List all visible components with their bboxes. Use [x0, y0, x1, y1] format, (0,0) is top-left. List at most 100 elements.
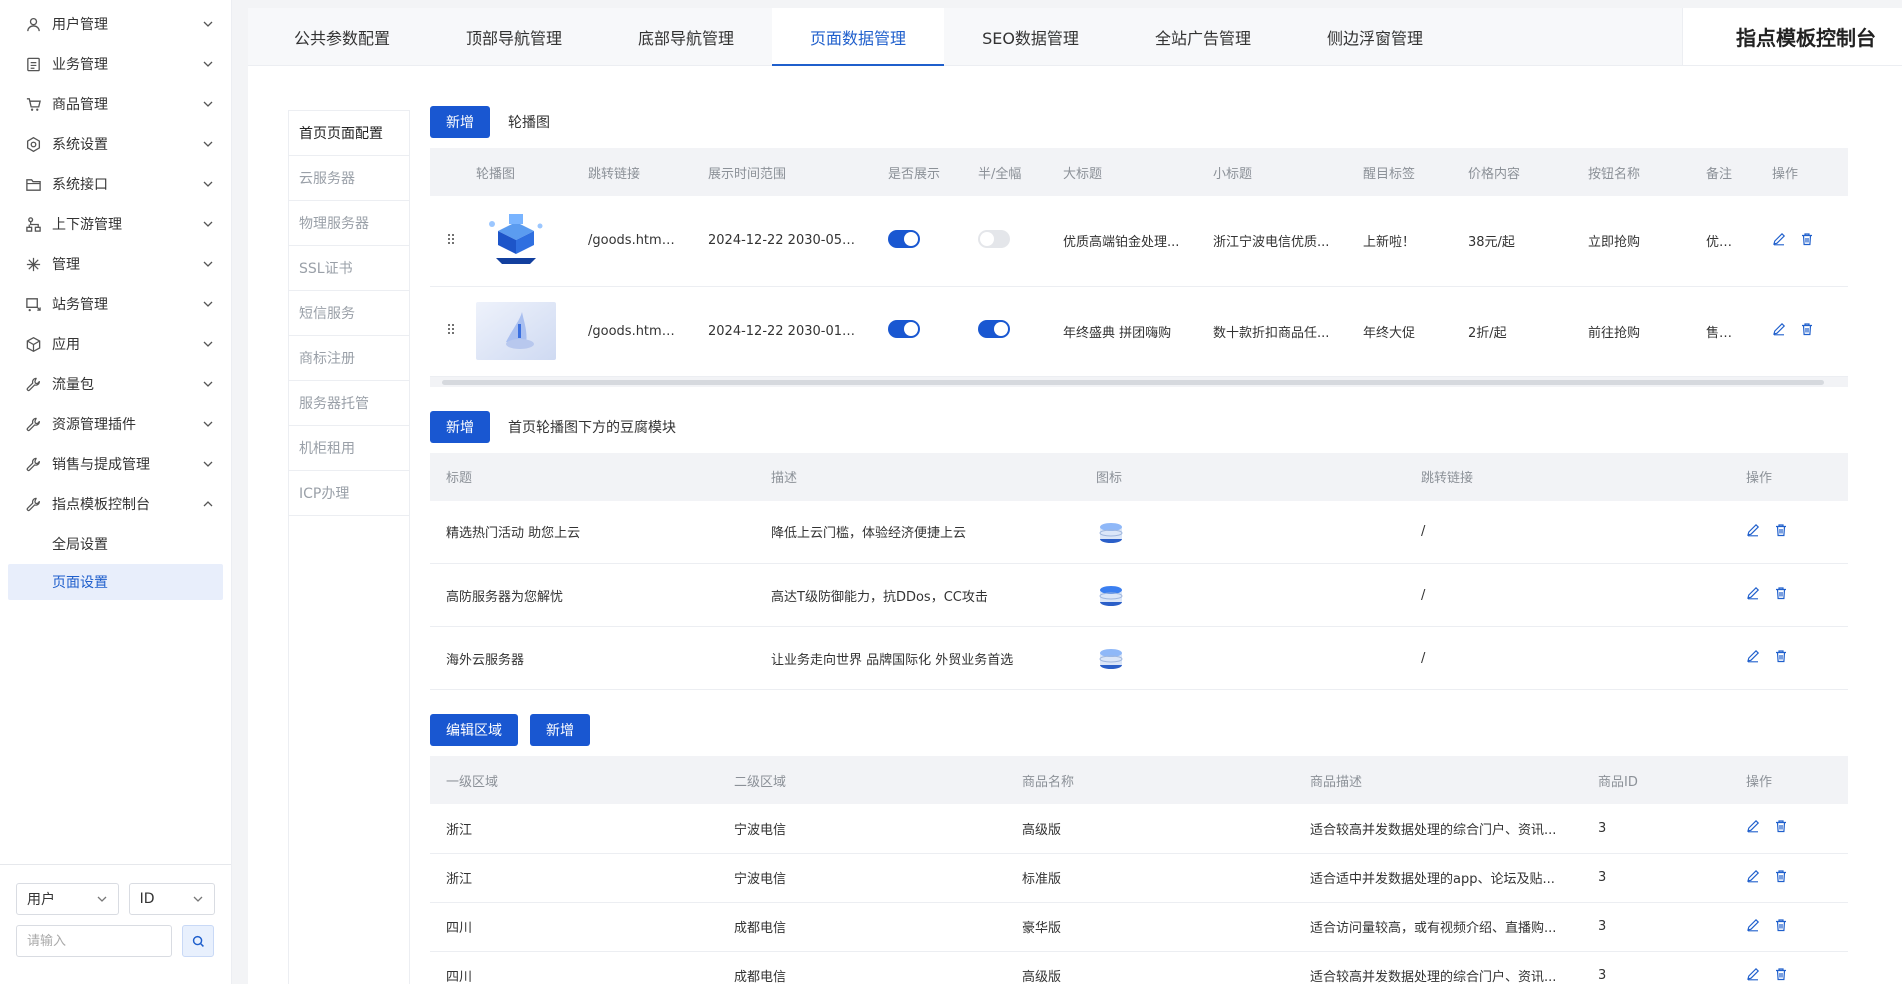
- sidebar-item-label: 管理: [52, 257, 80, 273]
- subnav-item-7[interactable]: 机柜租用: [289, 426, 409, 471]
- delete-icon[interactable]: [1774, 523, 1788, 537]
- edit-icon[interactable]: [1746, 918, 1760, 932]
- sidebar-item-label: 商品管理: [52, 97, 108, 113]
- table-row: 海外云服务器 让业务走向世界 品牌国际化 外贸业务首选 /: [430, 626, 1848, 690]
- price-cell: 38元/起: [1452, 196, 1572, 287]
- subnav-item-5[interactable]: 商标注册: [289, 336, 409, 381]
- link-cell: /: [1405, 500, 1730, 564]
- sidebar-item-3[interactable]: 系统设置: [0, 124, 231, 164]
- delete-icon[interactable]: [1774, 869, 1788, 883]
- region-section-header: 编辑区域 新增: [430, 714, 1848, 746]
- chevron-down-icon: [192, 893, 204, 905]
- subnav-item-6[interactable]: 服务器托管: [289, 381, 409, 426]
- sidebar-item-6[interactable]: 管理: [0, 244, 231, 284]
- table-row: 四川 成都电信 高级版 适合较高并发数据处理的综合门户、资讯... 3: [430, 951, 1848, 984]
- tofu-add-button[interactable]: 新增: [430, 410, 490, 443]
- edit-icon[interactable]: [1746, 869, 1760, 883]
- fullwidth-toggle[interactable]: [978, 229, 1010, 248]
- drag-handle-icon[interactable]: [446, 322, 456, 336]
- column-header: 按钮名称: [1572, 148, 1690, 196]
- sidebar-item-9[interactable]: 流量包: [0, 364, 231, 404]
- title-cell: 优质高端铂金处理...: [1047, 196, 1197, 287]
- drag-handle-icon[interactable]: [446, 232, 456, 246]
- search-button[interactable]: [182, 925, 214, 957]
- subnav-item-2[interactable]: 物理服务器: [289, 201, 409, 246]
- subtitle-cell: 数十款折扣商品任...: [1197, 286, 1347, 377]
- product-desc-cell: 适合访问量较高，或有视频介绍、直播购...: [1294, 902, 1582, 952]
- fullwidth-cell: [962, 196, 1047, 287]
- drag-cell: [430, 286, 460, 377]
- edit-icon[interactable]: [1772, 322, 1786, 336]
- region1-cell: 四川: [430, 951, 718, 984]
- actions-cell: [1730, 951, 1848, 984]
- sidebar-item-10[interactable]: 资源管理插件: [0, 404, 231, 444]
- filter-type-select[interactable]: 用户: [16, 883, 119, 915]
- chevron-down-icon: [201, 17, 215, 31]
- sidebar-item-8[interactable]: 应用: [0, 324, 231, 364]
- scrollbar-thumb[interactable]: [442, 379, 1824, 385]
- region1-cell: 浙江: [430, 853, 718, 903]
- subtitle-cell: 浙江宁波电信优质...: [1197, 196, 1347, 287]
- carousel-table-scrollbar[interactable]: [430, 376, 1848, 387]
- tab-2[interactable]: 底部导航管理: [600, 8, 772, 65]
- region-add-button[interactable]: 新增: [530, 714, 590, 746]
- delete-icon[interactable]: [1800, 322, 1814, 336]
- show-cell: [872, 286, 962, 377]
- product-name-cell: 高级版: [1006, 951, 1294, 984]
- sidebar: 用户管理 业务管理商品管理系统设置 系统接口上下游管理管理站务管理 应用 流量包 资源管理…: [0, 0, 232, 984]
- tab-4[interactable]: SEO数据管理: [944, 8, 1117, 65]
- sidebar-item-4[interactable]: 系统接口: [0, 164, 231, 204]
- tab-3[interactable]: 页面数据管理: [772, 8, 945, 66]
- sidebar-item-5[interactable]: 上下游管理: [0, 204, 231, 244]
- search-input[interactable]: [16, 925, 172, 957]
- sidebar-subitem-0[interactable]: 全局设置: [8, 526, 223, 562]
- column-header: 图标: [1080, 452, 1405, 501]
- edit-region-button[interactable]: 编辑区域: [430, 714, 518, 746]
- show-toggle[interactable]: [888, 229, 920, 248]
- filter-field-select[interactable]: ID: [128, 883, 215, 915]
- tab-5[interactable]: 全站广告管理: [1117, 8, 1289, 65]
- column-header: 醒目标签: [1347, 148, 1452, 196]
- edit-icon[interactable]: [1746, 649, 1760, 663]
- tab-0[interactable]: 公共参数配置: [256, 8, 428, 65]
- row-actions: [1746, 523, 1788, 537]
- drag-cell: [430, 196, 460, 287]
- sidebar-item-7[interactable]: 站务管理: [0, 284, 231, 324]
- sidebar-item-12[interactable]: 指点模板控制台: [0, 484, 231, 524]
- subnav-item-0[interactable]: 首页页面配置: [289, 111, 409, 156]
- edit-icon[interactable]: [1746, 523, 1760, 537]
- sidebar-item-1[interactable]: 业务管理: [0, 44, 231, 84]
- sidebar-subitem-1[interactable]: 页面设置: [8, 564, 223, 600]
- fullwidth-toggle[interactable]: [978, 320, 1010, 338]
- subnav-item-3[interactable]: SSL证书: [289, 246, 409, 291]
- subnav-item-4[interactable]: 短信服务: [289, 291, 409, 336]
- edit-icon[interactable]: [1746, 819, 1760, 833]
- subnav-item-8[interactable]: ICP办理: [289, 471, 409, 516]
- show-toggle[interactable]: [888, 320, 920, 338]
- content-area: 首页页面配置 云服务器 物理服务器 SSL证书 短信服务 商标注册 服务器托管 机柜租用 ICP…: [248, 66, 1902, 984]
- subnav-item-1[interactable]: 云服务器: [289, 156, 409, 201]
- page-config-panel: 新增 轮播图 轮播图 跳转链接 展示时间范围 是否展示 半/全幅 大标题 小标题 醒目标签 价格…: [430, 106, 1848, 984]
- sidebar-item-11[interactable]: 销售与提成管理: [0, 444, 231, 484]
- delete-icon[interactable]: [1800, 232, 1814, 246]
- module-icon: [1096, 517, 1389, 547]
- sidebar-item-2[interactable]: 商品管理: [0, 84, 231, 124]
- delete-icon[interactable]: [1774, 649, 1788, 663]
- row-actions: [1746, 918, 1788, 932]
- tab-1[interactable]: 顶部导航管理: [428, 8, 600, 65]
- edit-icon[interactable]: [1746, 586, 1760, 600]
- tab-6[interactable]: 侧边浮窗管理: [1289, 8, 1461, 65]
- carousel-add-button[interactable]: 新增: [430, 106, 490, 138]
- carousel-section-title: 轮播图: [508, 115, 550, 131]
- edit-icon[interactable]: [1772, 232, 1786, 246]
- sidebar-item-0[interactable]: 用户管理: [0, 4, 231, 44]
- sidebar-filter: 用户 ID: [0, 864, 231, 984]
- delete-icon[interactable]: [1774, 918, 1788, 932]
- sidebar-item-label: 上下游管理: [52, 217, 122, 233]
- chevron-down-icon: [201, 217, 215, 231]
- delete-icon[interactable]: [1774, 819, 1788, 833]
- tofu-section-header: 新增 首页轮播图下方的豆腐模块: [430, 410, 1848, 443]
- delete-icon[interactable]: [1774, 586, 1788, 600]
- edit-icon[interactable]: [1746, 967, 1760, 981]
- delete-icon[interactable]: [1774, 967, 1788, 981]
